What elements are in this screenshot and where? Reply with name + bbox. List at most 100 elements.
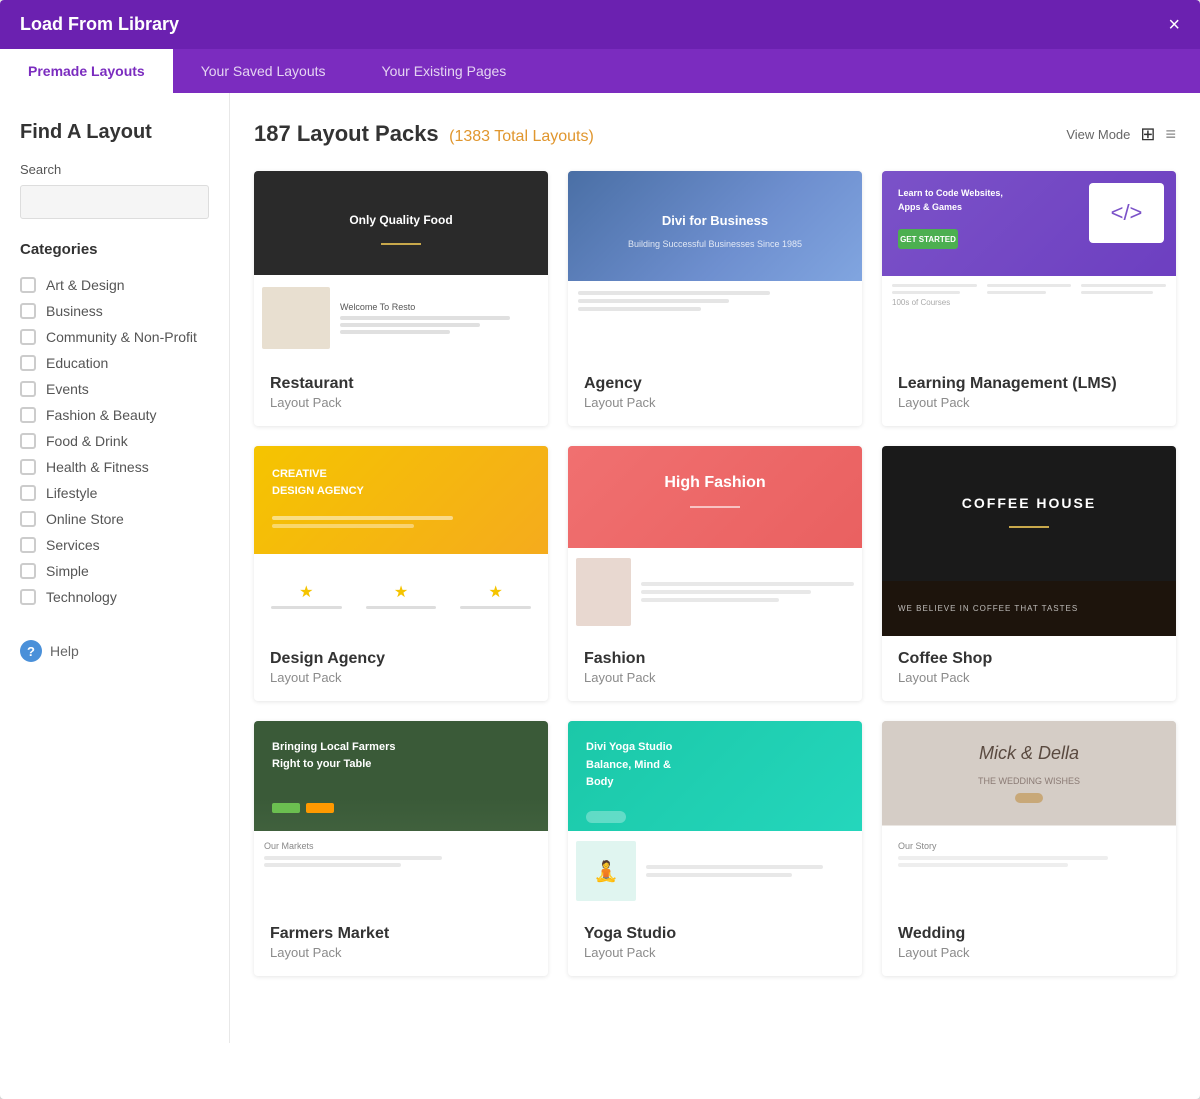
view-mode-label: View Mode [1066, 127, 1130, 142]
category-item-events[interactable]: Events [20, 376, 209, 402]
category-checkbox-art[interactable] [20, 277, 36, 293]
category-label-online-store: Online Store [46, 511, 124, 527]
category-checkbox-food[interactable] [20, 433, 36, 449]
card-type-agency: Layout Pack [584, 395, 846, 410]
category-item-simple[interactable]: Simple [20, 558, 209, 584]
category-label-business: Business [46, 303, 103, 319]
category-item-lifestyle[interactable]: Lifestyle [20, 480, 209, 506]
category-label-food: Food & Drink [46, 433, 128, 449]
card-type-coffee-shop: Layout Pack [898, 670, 1160, 685]
category-checkbox-simple[interactable] [20, 563, 36, 579]
card-preview-fashion: High Fashion [568, 446, 862, 636]
category-checkbox-education[interactable] [20, 355, 36, 371]
category-item-fashion[interactable]: Fashion & Beauty [20, 402, 209, 428]
help-label: Help [50, 643, 79, 659]
content-area: Find A Layout Search Categories Art & De… [0, 93, 1200, 1043]
layout-card-yoga-studio[interactable]: Divi Yoga StudioBalance, Mind &Body 🧘 Yo… [568, 721, 862, 976]
category-label-community: Community & Non-Profit [46, 329, 197, 345]
card-info-lms: Learning Management (LMS) Layout Pack [882, 361, 1176, 426]
category-checkbox-fashion[interactable] [20, 407, 36, 423]
total-label: (1383 Total Layouts) [449, 128, 594, 145]
help-icon: ? [20, 640, 42, 662]
grid-view-icon[interactable]: ⊞ [1140, 124, 1155, 145]
category-checkbox-events[interactable] [20, 381, 36, 397]
card-preview-yoga-studio: Divi Yoga StudioBalance, Mind &Body 🧘 [568, 721, 862, 911]
layout-card-farmers-market[interactable]: Bringing Local FarmersRight to your Tabl… [254, 721, 548, 976]
category-label-lifestyle: Lifestyle [46, 485, 97, 501]
category-item-food[interactable]: Food & Drink [20, 428, 209, 454]
layout-card-design-agency[interactable]: CREATIVEDESIGN AGENCY ★ ★ ★ Design Agenc… [254, 446, 548, 701]
layout-card-fashion[interactable]: High Fashion Fashion Layout Pack [568, 446, 862, 701]
card-type-yoga-studio: Layout Pack [584, 945, 846, 960]
card-type-fashion: Layout Pack [584, 670, 846, 685]
category-checkbox-services[interactable] [20, 537, 36, 553]
category-checkbox-lifestyle[interactable] [20, 485, 36, 501]
layout-card-lms[interactable]: Learn to Code Websites,Apps & Games GET … [882, 171, 1176, 426]
card-type-restaurant: Layout Pack [270, 395, 532, 410]
layout-card-agency[interactable]: Divi for Business Building Successful Bu… [568, 171, 862, 426]
card-name-lms: Learning Management (LMS) [898, 375, 1160, 393]
tabs-bar: Premade Layouts Your Saved Layouts Your … [0, 49, 1200, 93]
category-checkbox-online-store[interactable] [20, 511, 36, 527]
modal-header: Load From Library × [0, 0, 1200, 49]
card-name-wedding: Wedding [898, 925, 1160, 943]
list-view-icon[interactable]: ≡ [1165, 124, 1176, 145]
category-item-business[interactable]: Business [20, 298, 209, 324]
close-button[interactable]: × [1168, 15, 1180, 35]
layout-card-restaurant[interactable]: Only Quality Food Welcome To Resto Resta… [254, 171, 548, 426]
card-type-design-agency: Layout Pack [270, 670, 532, 685]
tab-premade-layouts[interactable]: Premade Layouts [0, 49, 173, 93]
tab-saved-layouts[interactable]: Your Saved Layouts [173, 49, 354, 93]
card-info-fashion: Fashion Layout Pack [568, 636, 862, 701]
card-preview-wedding: Mick & Della THE WEDDING WISHES Our Stor… [882, 721, 1176, 911]
categories-title: Categories [20, 241, 209, 258]
help-link[interactable]: ? Help [20, 640, 209, 662]
category-label-education: Education [46, 355, 108, 371]
card-type-wedding: Layout Pack [898, 945, 1160, 960]
card-info-wedding: Wedding Layout Pack [882, 911, 1176, 976]
card-name-agency: Agency [584, 375, 846, 393]
category-item-art[interactable]: Art & Design [20, 272, 209, 298]
load-from-library-modal: Load From Library × Premade Layouts Your… [0, 0, 1200, 1099]
search-input[interactable] [20, 185, 209, 219]
category-label-art: Art & Design [46, 277, 125, 293]
category-item-technology[interactable]: Technology [20, 584, 209, 610]
category-checkbox-health[interactable] [20, 459, 36, 475]
category-item-services[interactable]: Services [20, 532, 209, 558]
category-label-technology: Technology [46, 589, 117, 605]
card-preview-coffee-shop: COFFEE HOUSE WE BELIEVE IN COFFEE THAT T… [882, 446, 1176, 636]
layout-card-wedding[interactable]: Mick & Della THE WEDDING WISHES Our Stor… [882, 721, 1176, 976]
card-type-farmers-market: Layout Pack [270, 945, 532, 960]
category-checkbox-community[interactable] [20, 329, 36, 345]
category-item-community[interactable]: Community & Non-Profit [20, 324, 209, 350]
card-preview-lms: Learn to Code Websites,Apps & Games GET … [882, 171, 1176, 361]
card-name-restaurant: Restaurant [270, 375, 532, 393]
card-info-farmers-market: Farmers Market Layout Pack [254, 911, 548, 976]
layouts-grid: Only Quality Food Welcome To Resto Resta… [254, 171, 1176, 976]
count-label: 187 Layout Packs [254, 121, 439, 146]
card-preview-design-agency: CREATIVEDESIGN AGENCY ★ ★ ★ [254, 446, 548, 636]
card-preview-agency: Divi for Business Building Successful Bu… [568, 171, 862, 361]
category-item-health[interactable]: Health & Fitness [20, 454, 209, 480]
category-label-services: Services [46, 537, 100, 553]
layout-card-coffee-shop[interactable]: COFFEE HOUSE WE BELIEVE IN COFFEE THAT T… [882, 446, 1176, 701]
card-name-fashion: Fashion [584, 650, 846, 668]
sidebar: Find A Layout Search Categories Art & De… [0, 93, 230, 1043]
category-checkbox-technology[interactable] [20, 589, 36, 605]
main-header: 187 Layout Packs (1383 Total Layouts) Vi… [254, 121, 1176, 147]
categories-list: Art & Design Business Community & Non-Pr… [20, 272, 209, 610]
category-label-fashion: Fashion & Beauty [46, 407, 157, 423]
tab-existing-pages[interactable]: Your Existing Pages [354, 49, 535, 93]
sidebar-title: Find A Layout [20, 121, 209, 144]
search-label: Search [20, 162, 209, 177]
card-preview-restaurant: Only Quality Food Welcome To Resto [254, 171, 548, 361]
category-checkbox-business[interactable] [20, 303, 36, 319]
category-item-online-store[interactable]: Online Store [20, 506, 209, 532]
category-item-education[interactable]: Education [20, 350, 209, 376]
card-type-lms: Layout Pack [898, 395, 1160, 410]
card-info-coffee-shop: Coffee Shop Layout Pack [882, 636, 1176, 701]
card-info-yoga-studio: Yoga Studio Layout Pack [568, 911, 862, 976]
view-mode-controls: View Mode ⊞ ≡ [1066, 124, 1176, 145]
card-info-design-agency: Design Agency Layout Pack [254, 636, 548, 701]
category-label-simple: Simple [46, 563, 89, 579]
